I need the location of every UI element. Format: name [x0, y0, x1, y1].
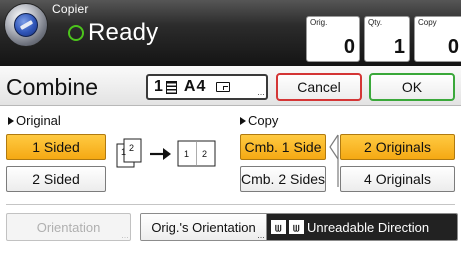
machine-status: Ready: [68, 18, 158, 48]
original-1-sided-button[interactable]: 1 Sided: [6, 134, 106, 160]
section-divider: [6, 204, 455, 205]
originals-orientation-button[interactable]: Orig.'s Orientation … ᗰ ᗰ Unreadable Dir…: [140, 213, 458, 241]
title-bar: Combine 1 A4 … Cancel OK: [0, 66, 461, 106]
copy-counter-label: Copy: [418, 18, 437, 27]
copy-counter: Copy 0: [414, 16, 461, 62]
result-page-icon: 1 2: [177, 140, 216, 167]
more-icon: …: [257, 88, 265, 97]
original-section-label: Original: [8, 113, 61, 128]
ready-indicator-icon: [68, 25, 84, 41]
page-orientation-icon: ᗰ: [271, 220, 286, 234]
4-originals-button[interactable]: 4 Originals: [340, 166, 455, 192]
copier-app-icon[interactable]: [4, 3, 48, 47]
2-originals-button[interactable]: 2 Originals: [340, 134, 455, 160]
page-orientation-icon: ᗰ: [289, 220, 304, 234]
originals-counter: Orig. 0: [306, 16, 360, 62]
result-page-2: 2: [202, 149, 207, 159]
paper-tray-number: 1: [154, 78, 163, 95]
paper-selection-display: 1 A4 …: [146, 74, 268, 100]
source-page-1: 1: [121, 147, 126, 157]
paper-orientation-icon: [216, 82, 231, 92]
source-pages-icon: 1 2: [116, 138, 142, 168]
originals-counter-label: Orig.: [310, 18, 328, 27]
cancel-button[interactable]: Cancel: [276, 73, 362, 101]
paper-tray-icon: [165, 80, 177, 94]
orientation-value-text: Unreadable Direction: [307, 219, 430, 235]
section-arrow-icon: [8, 116, 14, 125]
option-link-bracket: [329, 134, 339, 187]
copy-counter-value: 0: [447, 36, 459, 58]
app-title: Copier: [52, 2, 89, 16]
originals-counter-value: 0: [343, 36, 355, 58]
source-page-2: 2: [129, 143, 134, 153]
combine-1-side-button[interactable]: Cmb. 1 Side: [240, 134, 326, 160]
originals-orientation-label: Orig.'s Orientation: [151, 219, 256, 235]
page-title: Combine: [6, 74, 99, 100]
copy-section-label: Copy: [240, 113, 278, 128]
paper-size: A4: [183, 78, 207, 95]
combine-2-sides-button[interactable]: Cmb. 2 Sides: [240, 166, 326, 192]
more-icon: …: [121, 231, 129, 240]
more-icon: …: [257, 231, 265, 240]
orientation-value: ᗰ ᗰ Unreadable Direction: [267, 214, 457, 240]
orientation-button-label: Orientation: [36, 219, 101, 235]
status-header: Copier Ready Orig. 0 Qty. 1 Copy 0: [0, 0, 461, 66]
quantity-counter-label: Qty.: [368, 18, 383, 27]
ok-button[interactable]: OK: [369, 73, 455, 101]
section-arrow-icon: [240, 116, 246, 125]
combine-diagram: 1 2 1 2: [116, 138, 216, 168]
orientation-button[interactable]: Orientation …: [6, 213, 131, 241]
arrow-right-icon: [150, 148, 171, 160]
result-page-1: 1: [184, 149, 189, 159]
quantity-counter: Qty. 1: [364, 16, 410, 62]
original-2-sided-button[interactable]: 2 Sided: [6, 166, 106, 192]
quantity-counter-value: 1: [393, 36, 405, 58]
status-text: Ready: [88, 19, 159, 46]
